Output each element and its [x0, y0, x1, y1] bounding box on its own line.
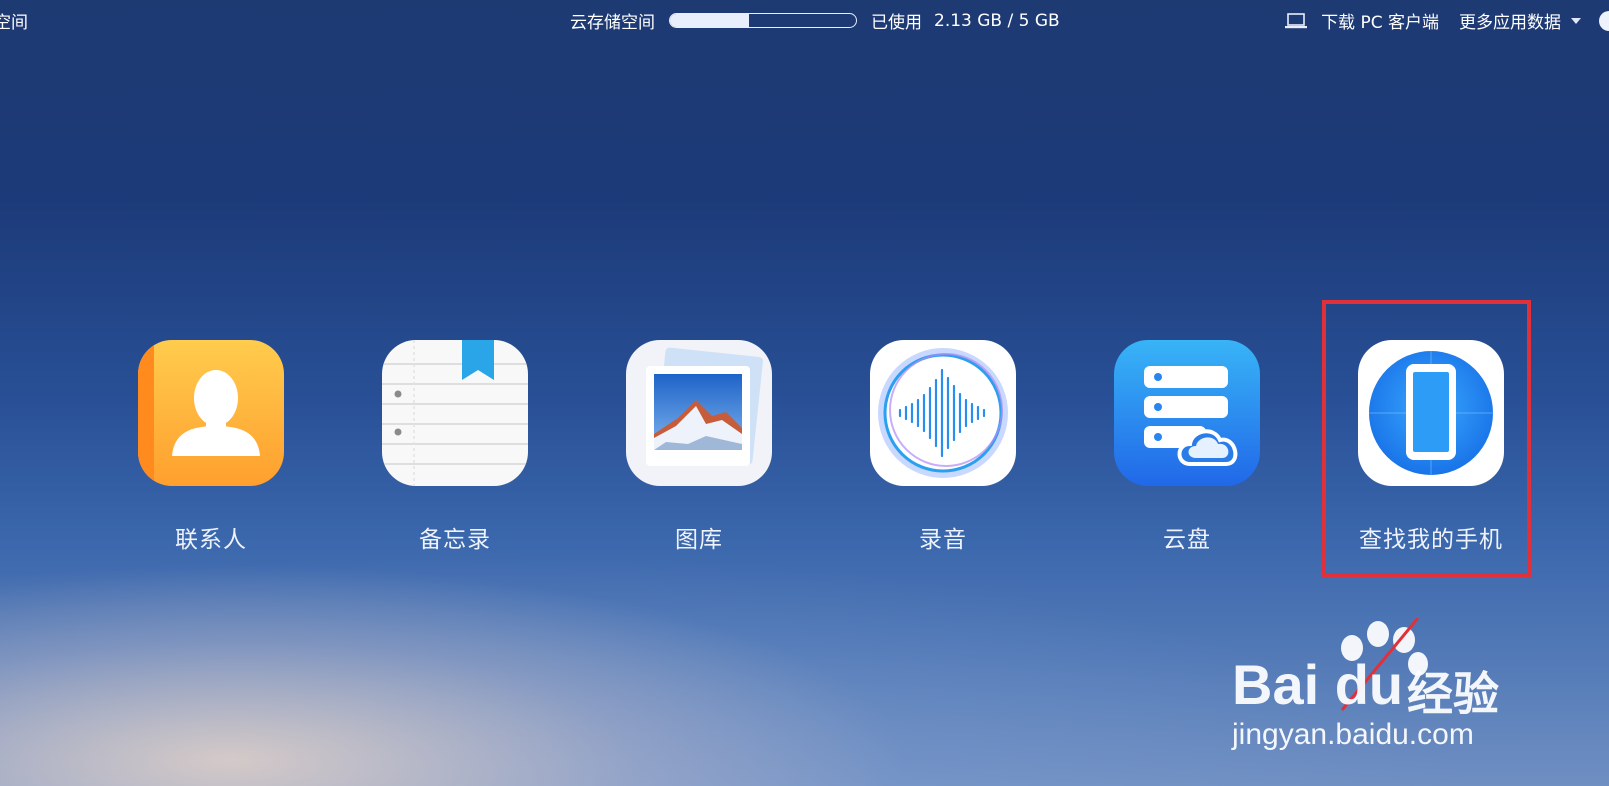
app-label: 录音 [919, 527, 967, 553]
recorder-icon [870, 340, 1016, 486]
more-app-data-dropdown[interactable]: 更多应用数据 [1459, 8, 1599, 33]
notes-icon [382, 340, 528, 486]
laptop-icon [1285, 12, 1308, 28]
storage-progress-fill [670, 14, 750, 27]
storage-indicator: 云存储空间 已使用 2.13 GB / 5 GB [570, 8, 1060, 34]
gallery-icon [626, 340, 772, 486]
storage-progress-bar [669, 13, 857, 28]
contacts-icon [138, 340, 284, 486]
storage-label: 云存储空间 [570, 13, 655, 33]
baidu-jingyan-watermark: Bai du 经验 jingyan.baidu.com [1232, 618, 1532, 758]
top-left-text: 空间 [0, 13, 28, 33]
watermark-url: jingyan.baidu.com [1232, 718, 1474, 751]
used-value: 2.13 GB / 5 GB [934, 10, 1060, 31]
watermark-brand: Bai du [1232, 653, 1404, 716]
highlight-box [1322, 300, 1531, 577]
avatar[interactable] [1599, 10, 1609, 31]
cloud-drive-icon [1114, 340, 1260, 486]
app-contacts[interactable]: 联系人 [138, 340, 284, 554]
app-gallery[interactable]: 图库 [626, 340, 772, 554]
top-bar: 空间 云存储空间 已使用 2.13 GB / 5 GB 下载 PC 客户端 更多… [0, 0, 1609, 38]
top-right-actions: 下载 PC 客户端 更多应用数据 [1285, 8, 1609, 33]
app-label: 联系人 [175, 527, 247, 553]
download-pc-client-label: 下载 PC 客户端 [1321, 13, 1439, 33]
app-cloud-drive[interactable]: 云盘 [1114, 340, 1260, 554]
more-app-data-label: 更多应用数据 [1459, 13, 1561, 33]
app-label: 图库 [675, 527, 723, 553]
app-label: 云盘 [1163, 527, 1211, 553]
app-notes[interactable]: 备忘录 [382, 340, 528, 554]
used-label: 已使用 [871, 13, 922, 33]
app-label: 备忘录 [419, 527, 491, 553]
download-pc-client-link[interactable]: 下载 PC 客户端 [1285, 8, 1439, 33]
chevron-down-icon [1571, 17, 1581, 24]
app-recorder[interactable]: 录音 [870, 340, 1016, 554]
watermark-product: 经验 [1407, 667, 1499, 721]
